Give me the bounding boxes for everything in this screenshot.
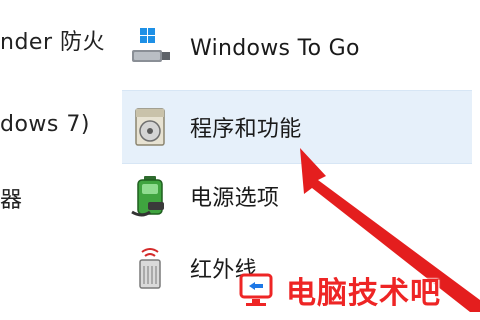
battery-power-icon xyxy=(128,172,172,220)
watermark-text: 电脑技术吧 xyxy=(286,276,441,311)
usb-drive-icon xyxy=(128,24,172,72)
control-panel-item-programs-features[interactable]: 程序和功能 xyxy=(122,90,472,164)
computer-monitor-icon xyxy=(239,273,273,306)
left-nav-item-manager[interactable]: 器 xyxy=(0,182,23,214)
item-label: 电源选项 xyxy=(190,186,280,211)
watermark-logo: 电脑技术吧 xyxy=(238,268,441,312)
left-nav-item-defender[interactable]: nder 防火 xyxy=(0,24,105,56)
item-label: Windows To Go xyxy=(190,35,360,61)
control-panel-item-power-options[interactable]: 电源选项 xyxy=(122,160,472,232)
control-panel-item-windows-to-go[interactable]: Windows To Go xyxy=(122,12,472,84)
programs-features-icon xyxy=(128,103,172,151)
item-label: 程序和功能 xyxy=(190,117,302,142)
left-nav-item-backup-windows7[interactable]: dows 7) xyxy=(0,112,90,137)
infrared-icon xyxy=(128,244,172,292)
